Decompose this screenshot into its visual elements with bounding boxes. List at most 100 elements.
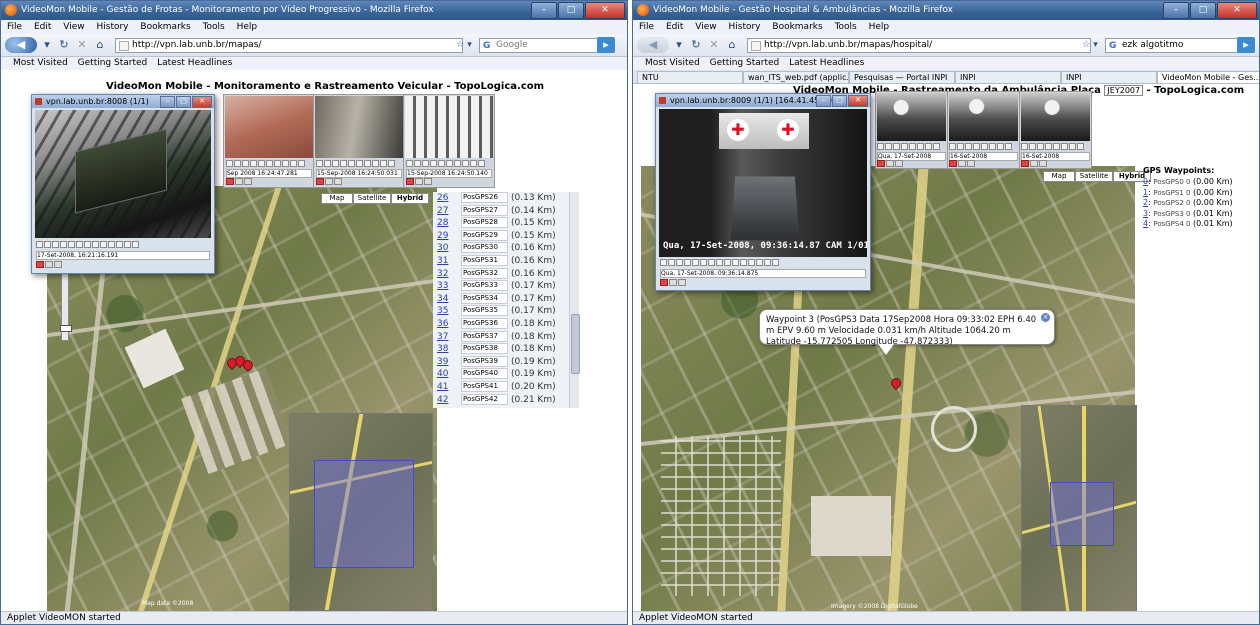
ctl-btn[interactable] xyxy=(68,241,75,248)
ctl-btn[interactable] xyxy=(933,143,940,150)
menu-help[interactable]: Help xyxy=(237,22,258,32)
gps-waypoint-link[interactable]: 33 xyxy=(437,280,461,293)
ctl-btn[interactable] xyxy=(893,143,900,150)
ctl-btn[interactable] xyxy=(266,160,273,167)
minimize-button[interactable]: – xyxy=(1163,2,1189,19)
forward-dropdown-icon[interactable]: ▾ xyxy=(41,37,53,53)
map-marker-icon[interactable] xyxy=(888,375,904,391)
bookmark-getting-started[interactable]: Getting Started xyxy=(710,58,780,68)
gps-waypoint-link[interactable]: 3 xyxy=(1143,209,1148,218)
ctl-btn[interactable] xyxy=(414,160,421,167)
ctl-btn[interactable] xyxy=(708,259,715,266)
gps-waypoint-link[interactable]: 42 xyxy=(437,394,461,407)
gps-waypoint-link[interactable]: 0 xyxy=(1143,177,1148,186)
applet-close-button[interactable]: ✕ xyxy=(848,95,868,107)
ctl-btn[interactable] xyxy=(909,143,916,150)
ctl-btn[interactable] xyxy=(764,259,771,266)
ctl-btn[interactable] xyxy=(282,160,289,167)
red-btn[interactable] xyxy=(424,178,432,185)
ctl-btn[interactable] xyxy=(388,160,395,167)
menu-file[interactable]: File xyxy=(639,22,654,32)
red-btn[interactable] xyxy=(334,178,342,185)
menu-help[interactable]: Help xyxy=(869,22,890,32)
gps-waypoint-link[interactable]: 39 xyxy=(437,356,461,369)
left-overview-map[interactable] xyxy=(289,413,433,611)
ctl-btn[interactable] xyxy=(700,259,707,266)
ctl-btn[interactable] xyxy=(949,143,956,150)
applet-minimize-button[interactable]: – xyxy=(816,95,831,107)
menu-tools[interactable]: Tools xyxy=(203,22,225,32)
red-btn[interactable] xyxy=(226,178,234,185)
gps-list-item[interactable]: 27 PosGPS27 (0.14 Km) xyxy=(433,204,579,218)
gps-list-scrollbar[interactable] xyxy=(569,192,580,408)
ctl-btn[interactable] xyxy=(364,160,371,167)
menu-history[interactable]: History xyxy=(728,22,760,32)
ctl-btn[interactable] xyxy=(1021,143,1028,150)
red-btn[interactable] xyxy=(1021,160,1029,167)
red-btn[interactable] xyxy=(235,178,243,185)
ctl-btn[interactable] xyxy=(925,143,932,150)
gps-waypoint-link[interactable]: 34 xyxy=(437,293,461,306)
ctl-btn[interactable] xyxy=(340,160,347,167)
ctl-btn[interactable] xyxy=(877,143,884,150)
ctl-btn[interactable] xyxy=(989,143,996,150)
tab-inpi-1[interactable]: INPI xyxy=(955,71,1061,83)
gps-list-item[interactable]: 30 PosGPS30 (0.16 Km) xyxy=(433,242,579,255)
right-search-input[interactable]: G ezk algotitmo xyxy=(1105,38,1241,53)
gps-list-item[interactable]: 33 PosGPS33 (0.17 Km) xyxy=(433,280,579,293)
camera-thumbnail-1[interactable]: Sep 2008 16:24:47.281 xyxy=(223,94,315,188)
hybrid-type-button[interactable]: Hybrid xyxy=(391,193,429,204)
right-overview-map[interactable] xyxy=(1021,405,1137,613)
gps-list-item[interactable]: 38 PosGPS38 (0.18 Km) xyxy=(433,343,579,356)
red-btn[interactable] xyxy=(967,160,975,167)
ctl-btn[interactable] xyxy=(406,160,413,167)
camera-thumbnail-2[interactable]: 15-Sep-2008 16:24:50.031 xyxy=(313,94,405,188)
gps-waypoint-link[interactable]: 1 xyxy=(1143,188,1148,197)
ctl-btn[interactable] xyxy=(44,241,51,248)
ctl-btn[interactable] xyxy=(356,160,363,167)
red-btn[interactable] xyxy=(958,160,966,167)
back-button[interactable]: ◀ xyxy=(5,37,37,53)
ctl-btn[interactable] xyxy=(478,160,485,167)
ctl-btn[interactable] xyxy=(60,241,67,248)
gps-list-item[interactable]: 28 PosGPS28 (0.15 Km) xyxy=(433,217,579,230)
menu-history[interactable]: History xyxy=(96,22,128,32)
left-video-applet[interactable]: vpn.lab.unb.br:8008 (1/1) – □ ✕ 17-Set-200… xyxy=(31,94,215,274)
left-url-field[interactable]: http://vpn.lab.unb.br/mapas/ xyxy=(115,38,463,53)
back-button[interactable]: ◀ xyxy=(637,37,669,53)
bookmark-most-visited[interactable]: Most Visited xyxy=(13,58,68,68)
ctl-btn[interactable] xyxy=(298,160,305,167)
ctl-btn[interactable] xyxy=(732,259,739,266)
tab-ntu[interactable]: NTU xyxy=(637,71,743,83)
map-type-button[interactable]: Map xyxy=(321,193,353,204)
menu-view[interactable]: View xyxy=(63,22,84,32)
applet-title-bar[interactable]: vpn.lab.unb.br:8008 (1/1) – □ ✕ xyxy=(32,95,214,108)
ctl-btn[interactable] xyxy=(226,160,233,167)
ctl-btn[interactable] xyxy=(1053,143,1060,150)
ctl-btn[interactable] xyxy=(901,143,908,150)
ctl-btn[interactable] xyxy=(885,143,892,150)
map-zoom-slider[interactable] xyxy=(60,269,72,341)
red-btn[interactable] xyxy=(678,279,686,286)
red-btn[interactable] xyxy=(36,261,44,268)
ctl-btn[interactable] xyxy=(92,241,99,248)
minimize-button[interactable]: – xyxy=(531,2,557,19)
menu-file[interactable]: File xyxy=(7,22,22,32)
ctl-btn[interactable] xyxy=(332,160,339,167)
gps-waypoint-link[interactable]: 2 xyxy=(1143,198,1148,207)
gps-waypoint-link[interactable]: 35 xyxy=(437,305,461,318)
ctl-btn[interactable] xyxy=(973,143,980,150)
popup-close-icon[interactable]: × xyxy=(1041,313,1050,322)
ctl-btn[interactable] xyxy=(965,143,972,150)
ctl-btn[interactable] xyxy=(324,160,331,167)
red-btn[interactable] xyxy=(886,160,894,167)
ctl-btn[interactable] xyxy=(1005,143,1012,150)
gps-waypoint-link[interactable]: 41 xyxy=(437,381,461,394)
bookmark-star-icon[interactable]: ☆ ▾ xyxy=(453,37,475,53)
ctl-btn[interactable] xyxy=(1029,143,1036,150)
bookmark-most-visited[interactable]: Most Visited xyxy=(645,58,700,68)
ctl-btn[interactable] xyxy=(348,160,355,167)
ctl-btn[interactable] xyxy=(1061,143,1068,150)
gps-list-item[interactable]: 31 PosGPS31 (0.16 Km) xyxy=(433,254,579,268)
camera-thumbnail-3[interactable]: 15-Sep-2008 16:24:50.140 xyxy=(403,94,495,188)
